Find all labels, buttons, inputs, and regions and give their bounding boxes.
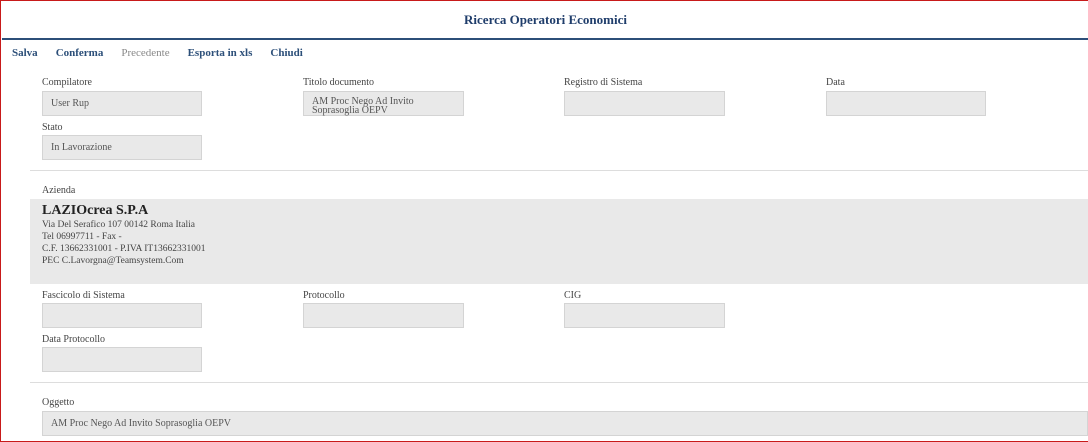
titolo-documento-label: Titolo documento — [303, 77, 375, 88]
registro-sistema-field[interactable] — [564, 91, 725, 116]
protocollo-field[interactable] — [303, 303, 464, 328]
stato-value: In Lavorazione — [51, 142, 112, 153]
title-bar: Ricerca Operatori Economici — [2, 2, 1088, 40]
cig-field[interactable] — [564, 303, 725, 328]
divider — [30, 170, 1088, 171]
registro-sistema-label: Registro di Sistema — [564, 77, 643, 88]
company-pec: PEC C.Lavorgna@Teamsystem.Com — [42, 256, 184, 266]
cig-label: CIG — [564, 290, 582, 301]
compilatore-field[interactable]: User Rup — [42, 91, 202, 116]
data-label: Data — [826, 77, 845, 88]
titolo-documento-field[interactable]: AM Proc Nego Ad Invito Soprasoglia OEPV — [303, 91, 464, 116]
save-button[interactable]: Salva — [12, 47, 38, 59]
azienda-label: Azienda — [42, 185, 76, 196]
stato-label: Stato — [42, 122, 63, 133]
oggetto-label: Oggetto — [42, 397, 75, 408]
data-protocollo-label: Data Protocollo — [42, 334, 106, 345]
company-address: Via Del Serafico 107 00142 Roma Italia — [42, 220, 195, 230]
fascicolo-label: Fascicolo di Sistema — [42, 290, 125, 301]
export-xls-button[interactable]: Esporta in xls — [188, 47, 253, 59]
fascicolo-field[interactable] — [42, 303, 202, 328]
azienda-card: LAZIOcrea S.P.A Via Del Serafico 107 001… — [30, 199, 1088, 284]
compilatore-label: Compilatore — [42, 77, 92, 88]
close-button[interactable]: Chiudi — [270, 47, 302, 59]
protocollo-label: Protocollo — [303, 290, 345, 301]
toolbar: Salva Conferma Precedente Esporta in xls… — [12, 46, 321, 60]
previous-button[interactable]: Precedente — [121, 47, 169, 59]
divider — [30, 382, 1088, 383]
company-tax-ids: C.F. 13662331001 - P.IVA IT13662331001 — [42, 244, 206, 254]
company-name: LAZIOcrea S.P.A — [42, 203, 149, 218]
data-protocollo-field[interactable] — [42, 347, 202, 372]
stato-field[interactable]: In Lavorazione — [42, 135, 202, 160]
compilatore-value: User Rup — [51, 98, 90, 109]
data-field[interactable] — [826, 91, 986, 116]
window-title: Ricerca Operatori Economici — [464, 12, 627, 27]
titolo-documento-value: AM Proc Nego Ad Invito Soprasoglia OEPV — [312, 96, 414, 116]
oggetto-field[interactable]: AM Proc Nego Ad Invito Soprasoglia OEPV — [42, 411, 1088, 436]
company-phone: Tel 06997711 - Fax - — [42, 232, 122, 242]
confirm-button[interactable]: Conferma — [56, 47, 104, 59]
oggetto-value: AM Proc Nego Ad Invito Soprasoglia OEPV — [51, 418, 231, 429]
